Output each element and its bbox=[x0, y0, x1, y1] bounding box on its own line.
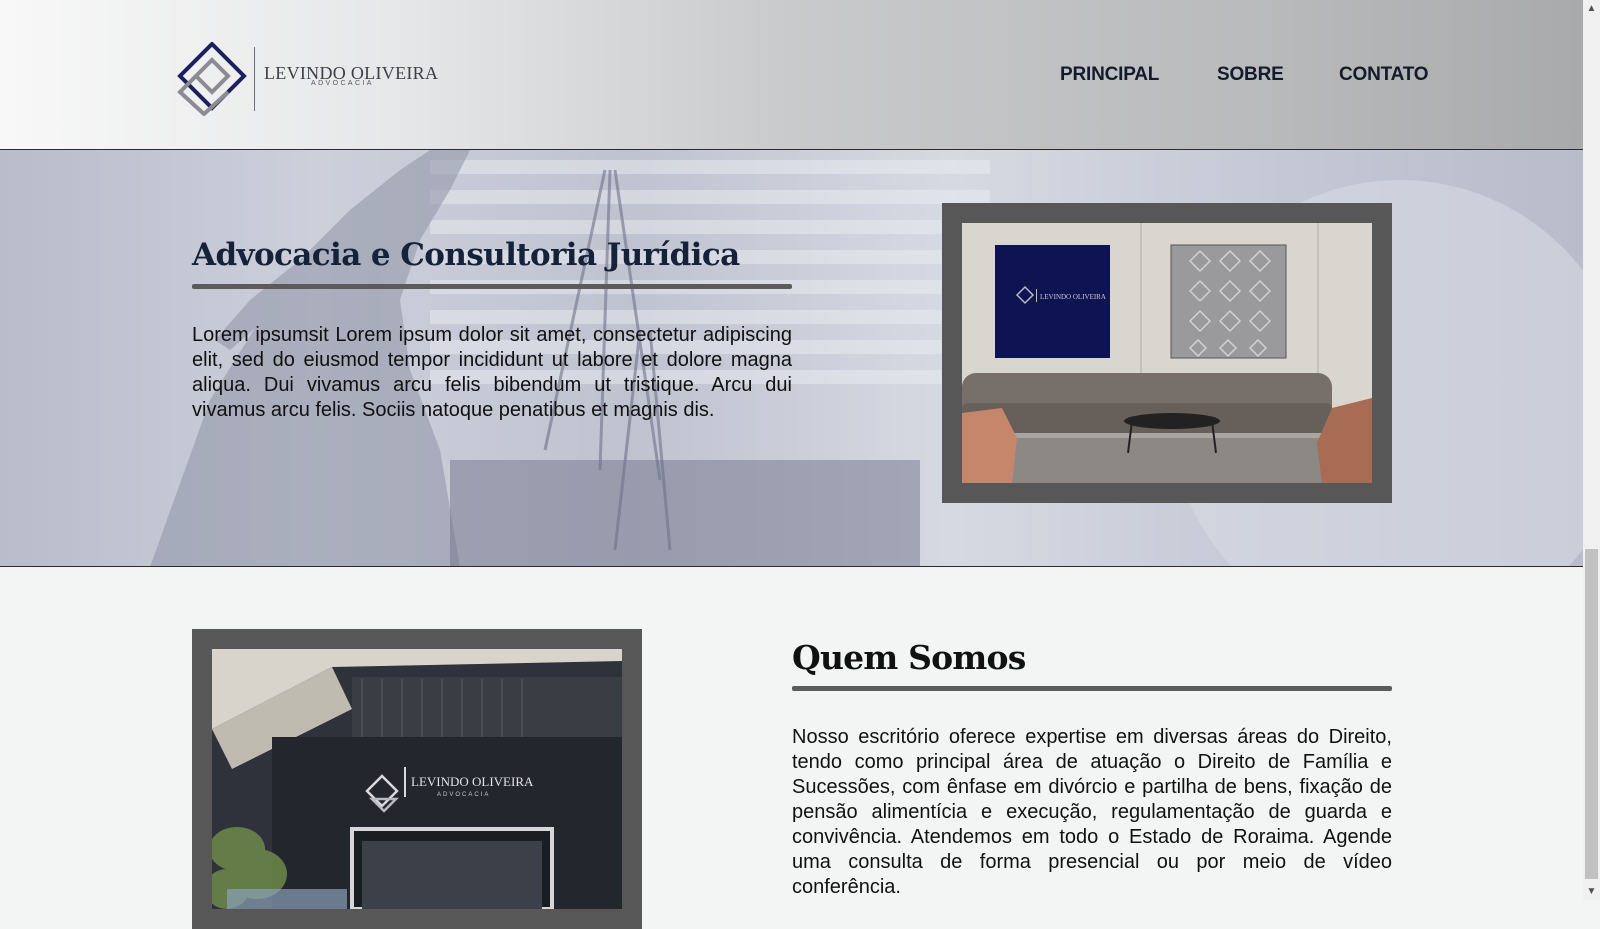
about-title: Quem Somos bbox=[792, 638, 1026, 677]
office-facade-image: LEVINDO OLIVEIRA ADVOCACIA bbox=[205, 649, 622, 911]
logo-mark-icon bbox=[177, 42, 247, 116]
scroll-down-arrow-icon[interactable]: ▼ bbox=[1583, 883, 1600, 900]
scroll-thumb[interactable] bbox=[1585, 549, 1598, 879]
hero-description: Lorem ipsumsit Lorem ipsum dolor sit ame… bbox=[192, 324, 792, 421]
hero-section: Advocacia e Consultoria Jurídica Lorem i… bbox=[0, 150, 1583, 567]
hero-image-frame: LEVINDO OLIVEIRA bbox=[942, 203, 1392, 503]
about-title-underline bbox=[792, 686, 1392, 691]
about-image-frame: LEVINDO OLIVEIRA ADVOCACIA bbox=[192, 629, 642, 929]
site-header: LEVINDO OLIVEIRA ADVOCACIA PRINCIPAL SOB… bbox=[0, 0, 1583, 150]
facade-logo-text: LEVINDO OLIVEIRA bbox=[411, 774, 534, 789]
hero-title-underline bbox=[192, 284, 792, 289]
about-description: Nosso escritório oferece expertise em di… bbox=[792, 726, 1392, 898]
hero-title: Advocacia e Consultoria Jurídica bbox=[192, 237, 740, 273]
scroll-up-arrow-icon[interactable]: ▲ bbox=[1583, 0, 1600, 17]
nav-link-principal[interactable]: PRINCIPAL bbox=[1060, 64, 1159, 86]
nav-link-sobre[interactable]: SOBRE bbox=[1217, 64, 1284, 86]
logo-divider bbox=[254, 47, 255, 111]
vertical-scrollbar[interactable]: ▲ ▼ bbox=[1583, 0, 1600, 900]
canvas-logo-text: LEVINDO OLIVEIRA bbox=[1040, 293, 1106, 301]
logo-subtitle: ADVOCACIA bbox=[311, 80, 374, 87]
office-lounge-image: LEVINDO OLIVEIRA bbox=[962, 223, 1372, 483]
facade-logo-subtitle: ADVOCACIA bbox=[437, 792, 490, 798]
nav-link-contato[interactable]: CONTATO bbox=[1339, 64, 1429, 86]
